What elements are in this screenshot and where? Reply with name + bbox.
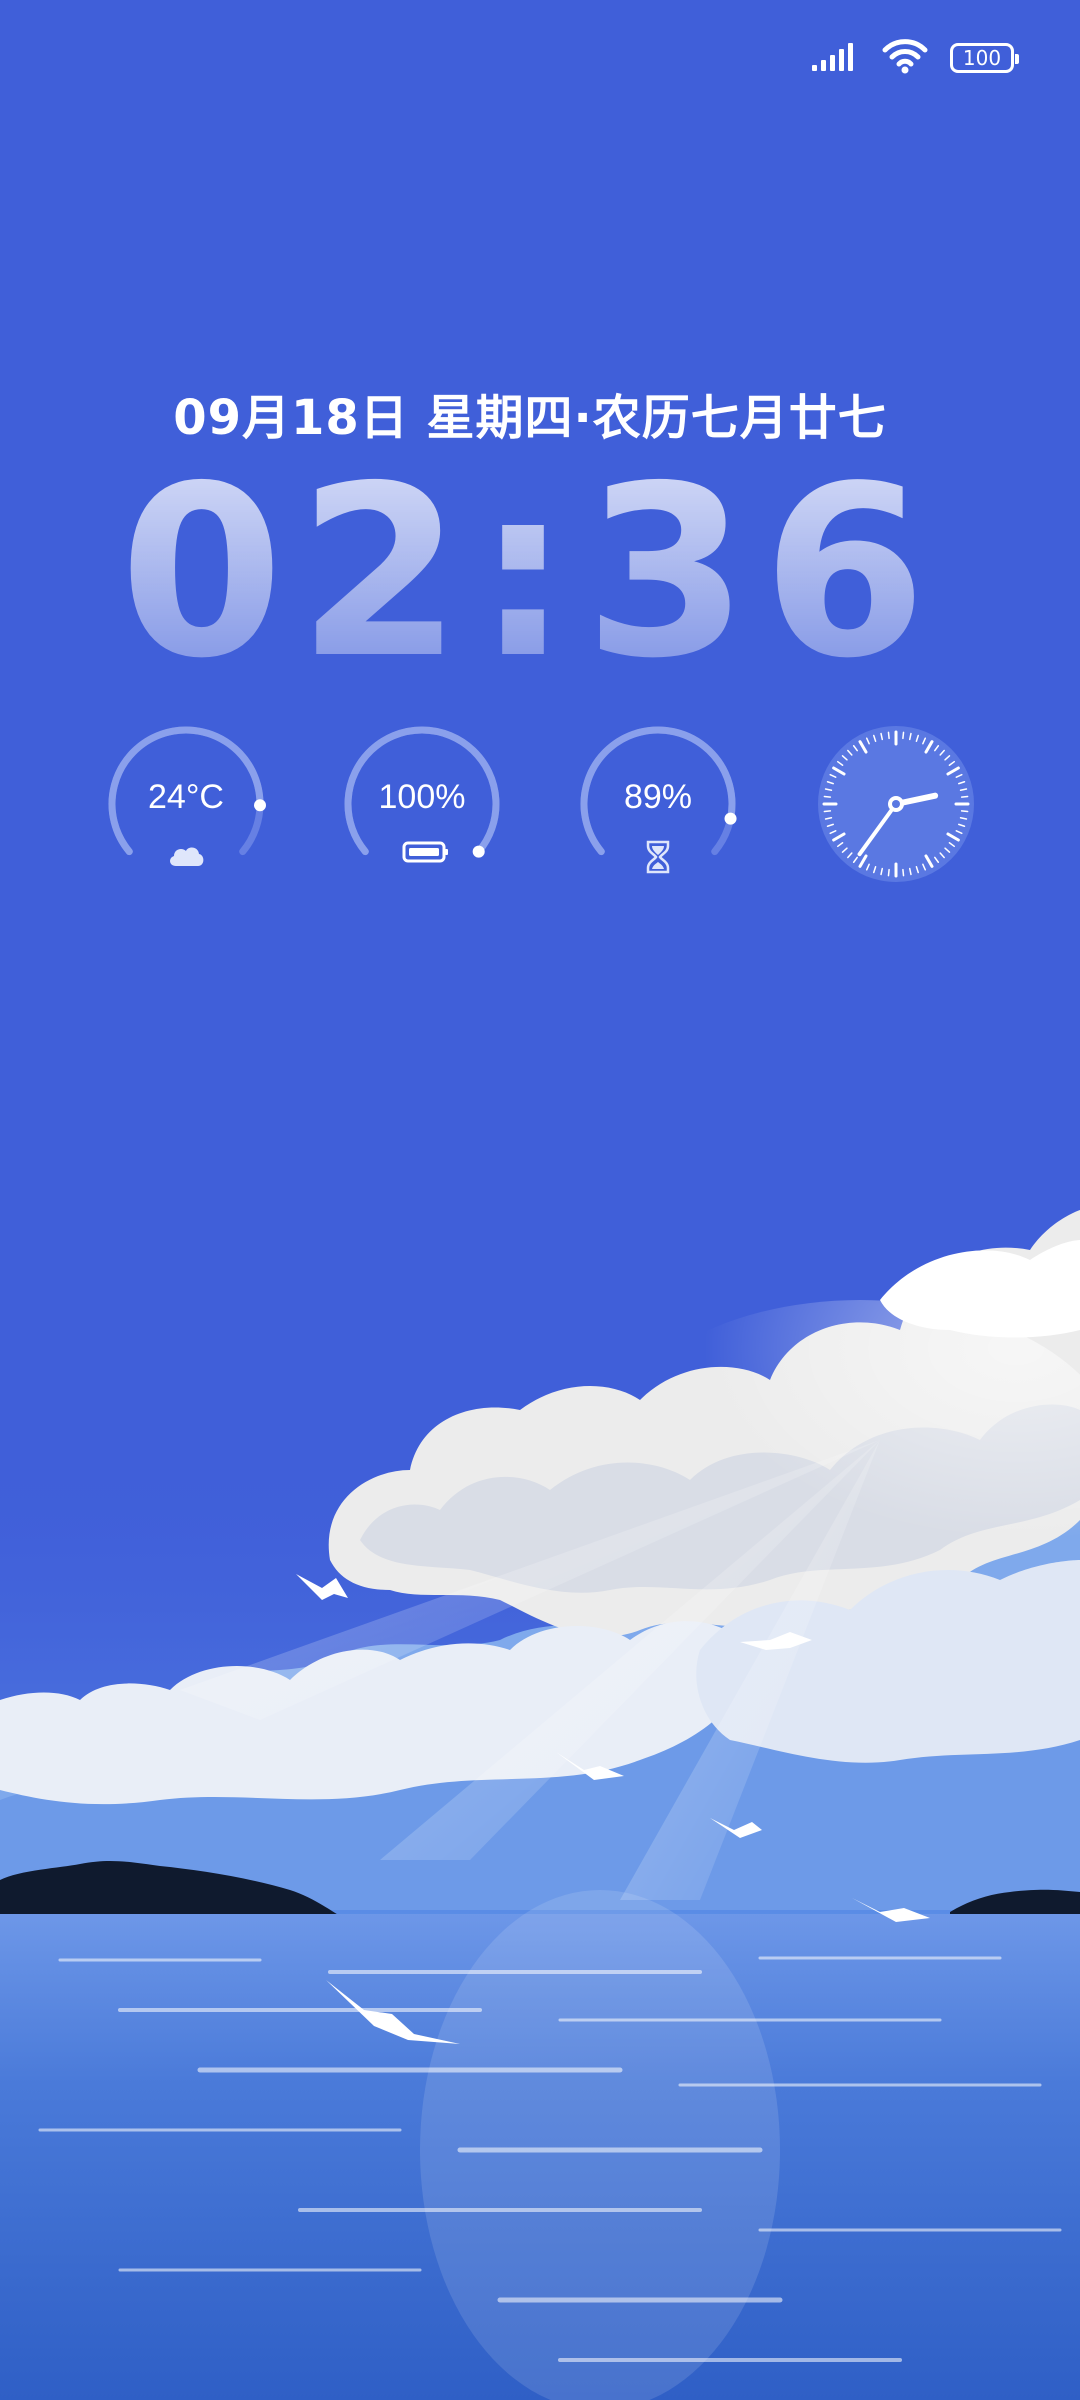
- wallpaper-image: [0, 1210, 1080, 2400]
- clock-minute-tick: [823, 795, 832, 798]
- clock-minute-tick: [902, 731, 905, 740]
- battery-widget[interactable]: 100%: [340, 722, 504, 886]
- battery-ring-indicator: [472, 845, 485, 858]
- battery-icon: [402, 840, 448, 868]
- analog-clock-face: [818, 726, 974, 882]
- analog-clock-widget[interactable]: [814, 722, 978, 886]
- battery-percent-value: 100%: [378, 778, 466, 816]
- hourglass-icon: [638, 840, 678, 874]
- clock-minute-tick: [887, 868, 890, 877]
- signal-icon: [812, 41, 860, 75]
- weather-widget[interactable]: 24°C: [104, 722, 268, 886]
- battery-level-text: 100: [962, 46, 1002, 70]
- clock-minute-tick: [960, 810, 969, 813]
- screen-time-widget[interactable]: 89%: [576, 722, 740, 886]
- battery-icon: 100: [950, 43, 1019, 73]
- status-bar: 100: [812, 30, 1019, 86]
- screen-time-value: 89%: [623, 778, 693, 816]
- temperature-value: 24°C: [148, 778, 224, 816]
- lock-screen: 100 09月18日 星期四·农历七月廿七 02:36 24°C 100% 89…: [0, 0, 1080, 2400]
- clock-minute-tick: [887, 731, 890, 740]
- lockscreen-clock: 02:36: [0, 455, 1060, 691]
- clock-minute-tick: [823, 810, 832, 813]
- wifi-icon: [882, 38, 928, 78]
- clock-minute-tick: [902, 868, 905, 877]
- clock-minute-tick: [960, 795, 969, 798]
- cloud-icon: [166, 840, 206, 868]
